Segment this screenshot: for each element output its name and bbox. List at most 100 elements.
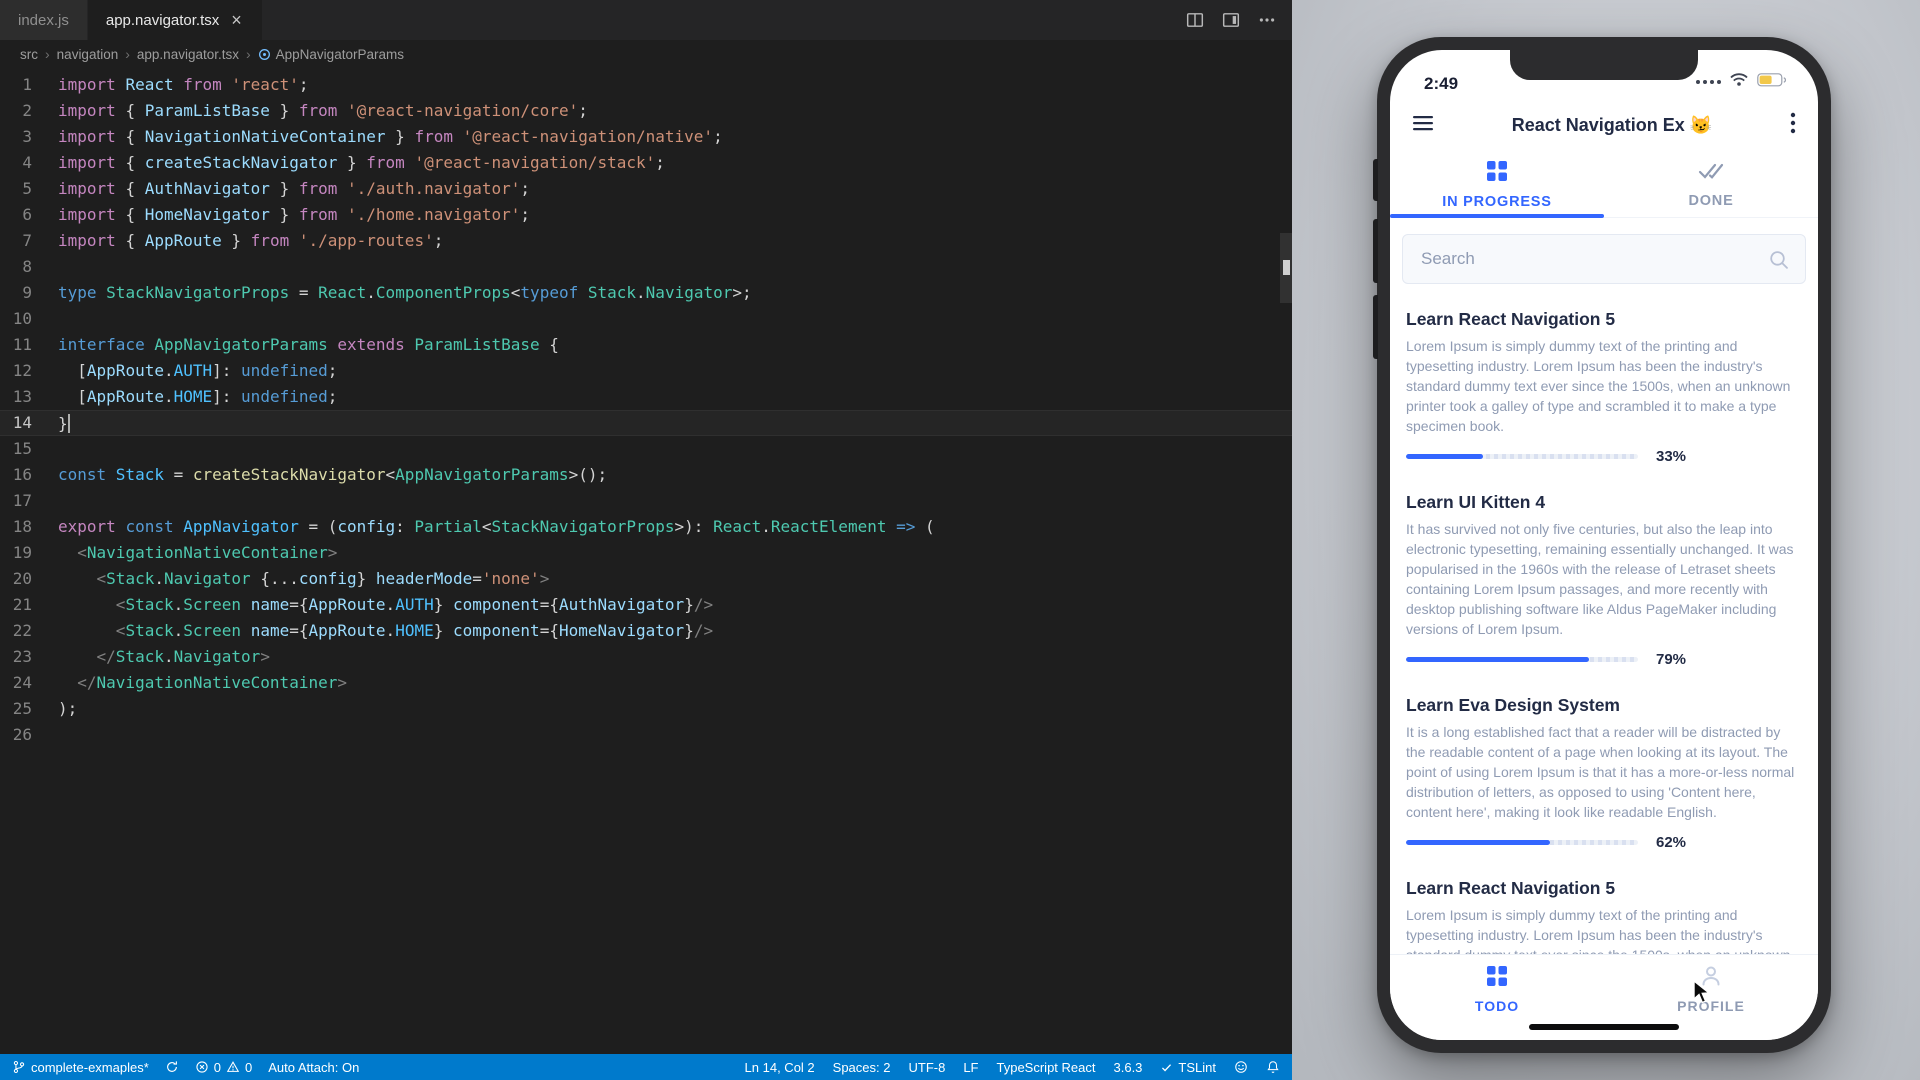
breadcrumb-separator: ›	[45, 46, 50, 62]
notifications-bell-icon[interactable]	[1266, 1060, 1280, 1074]
code-line[interactable]: 11interface AppNavigatorParams extends P…	[0, 332, 1292, 358]
todo-card[interactable]: Learn React Navigation 5 Lorem Ipsum is …	[1406, 865, 1802, 954]
sync-status[interactable]	[165, 1060, 179, 1074]
check-icon	[1160, 1061, 1173, 1074]
code-line[interactable]: 24 </NavigationNativeContainer>	[0, 670, 1292, 696]
code-line[interactable]: 14}	[0, 410, 1292, 436]
line-number: 11	[0, 332, 58, 358]
linter-status[interactable]: TSLint	[1160, 1060, 1216, 1075]
todo-list[interactable]: Learn React Navigation 5 Lorem Ipsum is …	[1390, 296, 1818, 954]
home-indicator[interactable]	[1529, 1024, 1679, 1030]
breadcrumb-item[interactable]: src	[20, 47, 38, 62]
bottom-tab-todo[interactable]: TODO	[1390, 955, 1604, 1024]
code-line[interactable]: 5import { AuthNavigator } from './auth.n…	[0, 176, 1292, 202]
code-text: import { AuthNavigator } from './auth.na…	[58, 176, 530, 202]
code-line[interactable]: 26	[0, 722, 1292, 748]
todo-card[interactable]: Learn UI Kitten 4 It has survived not on…	[1406, 479, 1802, 682]
tab-done[interactable]: DONE	[1604, 152, 1818, 217]
code-line[interactable]: 23 </Stack.Navigator>	[0, 644, 1292, 670]
feedback-smiley-icon[interactable]	[1234, 1060, 1248, 1074]
code-line[interactable]: 22 <Stack.Screen name={AppRoute.HOME} co…	[0, 618, 1292, 644]
code-line[interactable]: 12 [AppRoute.AUTH]: undefined;	[0, 358, 1292, 384]
code-text: import { ParamListBase } from '@react-na…	[58, 98, 588, 124]
tab-index-js[interactable]: index.js	[0, 0, 88, 40]
code-editor[interactable]: 1import React from 'react';2import { Par…	[0, 68, 1292, 1054]
code-text: import { createStackNavigator } from '@r…	[58, 150, 665, 176]
line-number: 8	[0, 254, 58, 280]
code-line[interactable]: 3import { NavigationNativeContainer } fr…	[0, 124, 1292, 150]
code-text: interface AppNavigatorParams extends Par…	[58, 332, 559, 358]
progress-bar	[1406, 454, 1638, 459]
breadcrumb-item[interactable]: AppNavigatorParams	[258, 47, 404, 62]
code-line[interactable]: 10	[0, 306, 1292, 332]
line-number: 14	[0, 410, 58, 436]
code-line[interactable]: 9type StackNavigatorProps = React.Compon…	[0, 280, 1292, 306]
status-icons	[1696, 72, 1786, 94]
progress-label: 79%	[1656, 651, 1686, 668]
toggle-layout-icon[interactable]	[1222, 11, 1240, 29]
code-line[interactable]: 2import { ParamListBase } from '@react-n…	[0, 98, 1292, 124]
todo-card-title: Learn UI Kitten 4	[1406, 492, 1802, 513]
code-text: [AppRoute.AUTH]: undefined;	[58, 358, 337, 384]
breadcrumb-item[interactable]: app.navigator.tsx	[137, 47, 239, 62]
eol-status[interactable]: LF	[963, 1060, 978, 1075]
done-check-icon	[1698, 161, 1724, 186]
code-line[interactable]: 21 <Stack.Screen name={AppRoute.AUTH} co…	[0, 592, 1292, 618]
code-line[interactable]: 4import { createStackNavigator } from '@…	[0, 150, 1292, 176]
code-text: <NavigationNativeContainer>	[58, 540, 337, 566]
split-editor-icon[interactable]	[1186, 11, 1204, 29]
cursor-position-status[interactable]: Ln 14, Col 2	[745, 1060, 815, 1075]
code-line[interactable]: 8	[0, 254, 1292, 280]
close-tab-icon[interactable]: ×	[229, 11, 244, 29]
progress-bar	[1406, 840, 1638, 845]
more-actions-icon[interactable]	[1258, 11, 1276, 29]
breadcrumb[interactable]: src›navigation›app.navigator.tsx›AppNavi…	[0, 40, 1292, 68]
code-line[interactable]: 1import React from 'react';	[0, 72, 1292, 98]
git-branch-icon	[12, 1060, 26, 1074]
code-text: import React from 'react';	[58, 72, 308, 98]
code-line[interactable]: 18export const AppNavigator = (config: P…	[0, 514, 1292, 540]
breadcrumb-separator: ›	[125, 46, 130, 62]
search-icon[interactable]	[1768, 249, 1790, 276]
language-mode-status[interactable]: TypeScript React	[997, 1060, 1096, 1075]
menu-hamburger-icon[interactable]	[1412, 114, 1434, 137]
clock: 2:49	[1424, 74, 1458, 94]
code-line[interactable]: 6import { HomeNavigator } from './home.n…	[0, 202, 1292, 228]
overflow-menu-icon[interactable]	[1790, 112, 1796, 139]
grid-icon	[1486, 160, 1508, 187]
git-branch-status[interactable]: complete-exmaples*	[12, 1060, 149, 1075]
tab-in-progress[interactable]: IN PROGRESS	[1390, 152, 1604, 217]
warnings-icon	[226, 1060, 240, 1074]
code-lines: 1import React from 'react';2import { Par…	[0, 72, 1292, 748]
progress-row: 62%	[1406, 834, 1802, 851]
phone-mockup: 2:49 React Navigati	[1377, 37, 1831, 1053]
line-number: 23	[0, 644, 58, 670]
wifi-icon	[1729, 72, 1749, 92]
code-line[interactable]: 7import { AppRoute } from './app-routes'…	[0, 228, 1292, 254]
auto-attach-status[interactable]: Auto Attach: On	[268, 1060, 359, 1075]
code-line[interactable]: 17	[0, 488, 1292, 514]
progress-row: 79%	[1406, 651, 1802, 668]
code-line[interactable]: 20 <Stack.Navigator {...config} headerMo…	[0, 566, 1292, 592]
todo-card[interactable]: Learn React Navigation 5 Lorem Ipsum is …	[1406, 296, 1802, 479]
encoding-status[interactable]: UTF-8	[908, 1060, 945, 1075]
line-number: 24	[0, 670, 58, 696]
line-number: 12	[0, 358, 58, 384]
code-line[interactable]: 19 <NavigationNativeContainer>	[0, 540, 1292, 566]
code-line[interactable]: 16const Stack = createStackNavigator<App…	[0, 462, 1292, 488]
code-line[interactable]: 15	[0, 436, 1292, 462]
editor-tab-bar: index.js app.navigator.tsx ×	[0, 0, 1292, 40]
progress-fill	[1406, 454, 1483, 459]
code-line[interactable]: 25);	[0, 696, 1292, 722]
indentation-status[interactable]: Spaces: 2	[833, 1060, 891, 1075]
typescript-version-status[interactable]: 3.6.3	[1114, 1060, 1143, 1075]
tab-app-navigator-tsx[interactable]: app.navigator.tsx ×	[88, 0, 263, 40]
line-number: 26	[0, 722, 58, 748]
code-line[interactable]: 13 [AppRoute.HOME]: undefined;	[0, 384, 1292, 410]
top-tab-bar: IN PROGRESS DONE	[1390, 152, 1818, 218]
breadcrumb-item[interactable]: navigation	[57, 47, 119, 62]
problems-status[interactable]: 0 0	[195, 1060, 252, 1075]
search-input[interactable]	[1402, 234, 1806, 284]
todo-card[interactable]: Learn Eva Design System It is a long est…	[1406, 682, 1802, 865]
branch-name: complete-exmaples*	[31, 1060, 149, 1075]
